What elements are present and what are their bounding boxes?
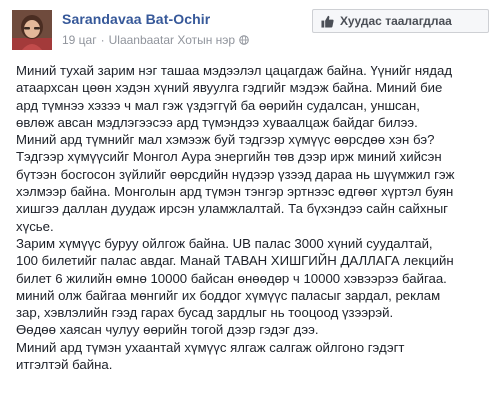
post-text-line: хишгээ даллан дуудаж ирсэн уламжлалтай. … (16, 201, 448, 217)
post-text-line: итгэлтэй байна. (16, 357, 113, 373)
post-text-line: Миний ард түмэн ухаантай хүмүүс ялгаж са… (16, 339, 405, 355)
post-text-line: хэлмээр байна. Монголын ард түмэн тэнгэр… (16, 184, 454, 200)
post-text-line: билет 6 жилийн өмнө 10000 байсан өнөөдөр… (16, 270, 447, 286)
globe-icon[interactable] (239, 35, 249, 45)
post-text-line: Өөдөө хаясан чулуу өөрийн тогой дээр гэд… (16, 322, 319, 338)
profile-photo-icon (12, 10, 52, 50)
meta-separator: · (100, 33, 105, 47)
post-text-line: ард түмнээ хэзээ ч мал гэж үздэггүй ба ө… (16, 97, 420, 113)
post-text-line: бүтээн босгосон зүйлийг өөрсдийн нүдээр … (16, 166, 455, 182)
post-text-line: атаархсан цөөн хэдэн хүний явуулга гэдги… (16, 80, 443, 96)
like-page-label: Хуудас таалагдлаа (340, 14, 452, 28)
avatar[interactable] (12, 10, 52, 50)
post-text-line: Миний ард түмнийг мал хэмээж буй тэдгээр… (16, 132, 435, 148)
post-time[interactable]: 19 цаг (62, 33, 97, 47)
thumbs-up-icon (321, 15, 334, 28)
post-text-line: Тэдгээр хүмүүсийг Монгол Аура энергийн т… (16, 149, 442, 165)
post-text-line: Зарим хүмүүс буруу ойлгож байна. UB пала… (16, 235, 433, 251)
post-text-line: өвлөж авсан мэдлэгээсээ ард түмэндээ хув… (16, 114, 418, 130)
post-text-line: хүсье. (16, 218, 54, 234)
post-meta: 19 цаг · Ulaanbaatar Хотын нэр (62, 33, 249, 47)
post-text-line: 100 билетийг палас авдаг. Манай ТАВАН ХИ… (16, 253, 454, 269)
facebook-post: Sarandavaa Bat-Ochir 19 цаг · Ulaanbaata… (0, 0, 497, 410)
post-location[interactable]: Ulaanbaatar Хотын нэр (109, 33, 236, 47)
post-text: Миний тухай зарим нэг ташаа мэдээлэл цац… (16, 62, 490, 373)
like-page-button[interactable]: Хуудас таалагдлаа (312, 9, 489, 33)
post-text-line: миний олж байгаа мөнгийг их боддог хүмүү… (16, 287, 441, 303)
post-text-line: Миний тухай зарим нэг ташаа мэдээлэл цац… (16, 63, 453, 78)
post-text-line: зар, хэвлэлийн гээд гарах бусад зардлыг … (16, 305, 394, 321)
author-name[interactable]: Sarandavaa Bat-Ochir (62, 11, 210, 27)
